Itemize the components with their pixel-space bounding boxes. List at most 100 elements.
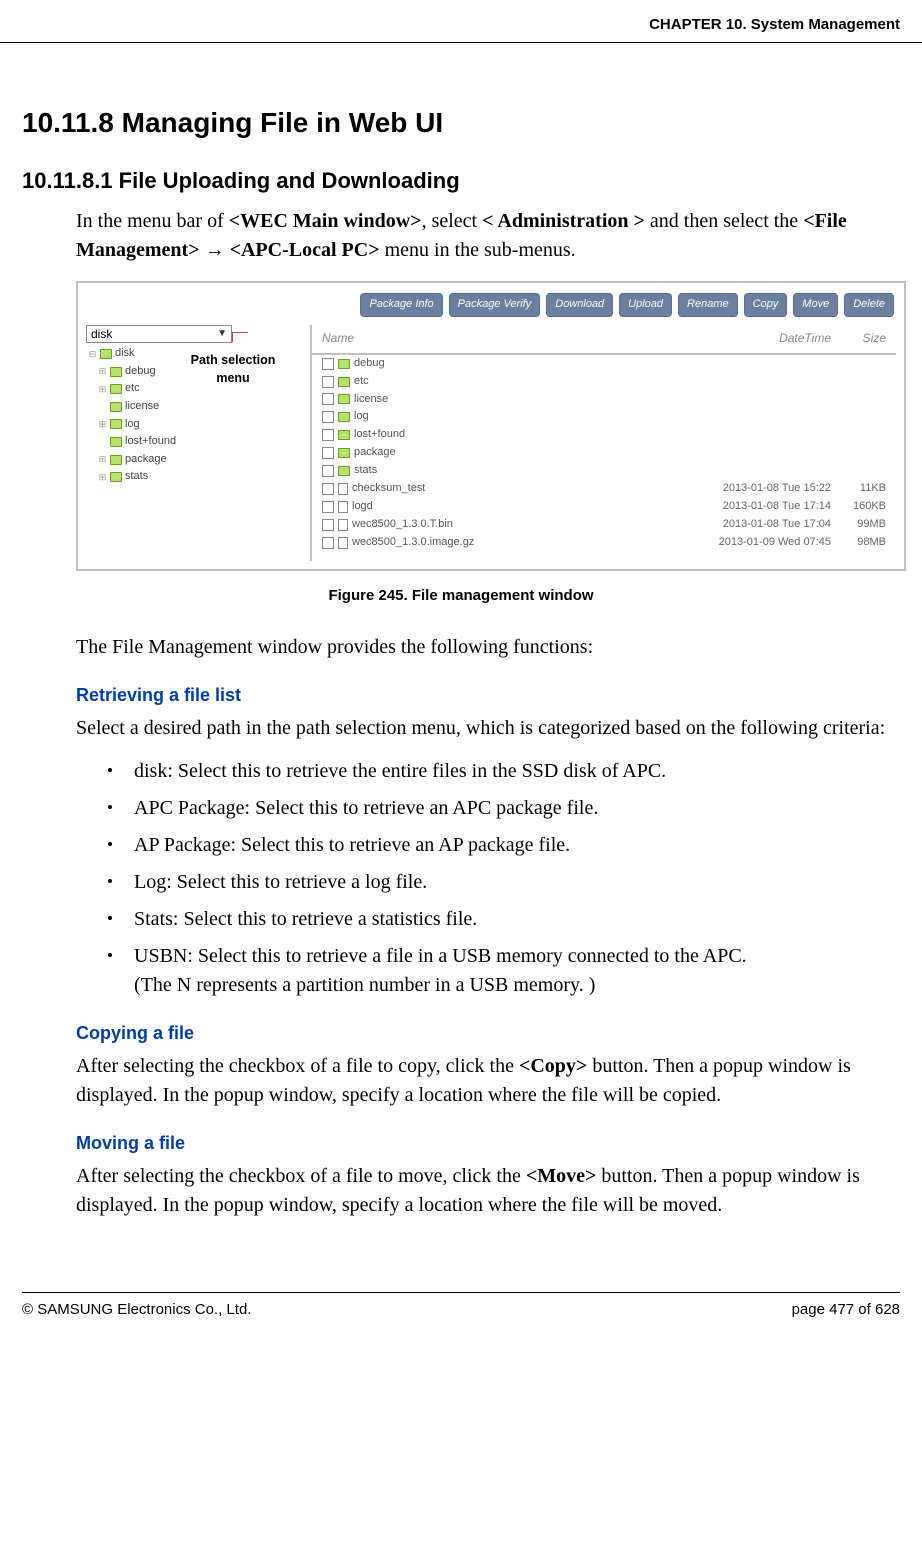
tree-item[interactable]: ⊟disk: [88, 345, 176, 363]
subhead-moving: Moving a file: [76, 1130, 900, 1156]
subhead-copying: Copying a file: [76, 1020, 900, 1046]
file-list-panel: Name DateTime Size debug etc license log…: [310, 325, 896, 561]
list-item[interactable]: wec8500_1.3.0.image.gz2013-01-09 Wed 07:…: [312, 534, 896, 552]
section-minor-title: File Uploading and Downloading: [119, 168, 460, 193]
list-text: disk: Select this to retrieve the entire…: [134, 760, 666, 782]
page-number: page 477 of 628: [792, 1299, 900, 1321]
list-text: Stats: Select this to retrieve a statist…: [134, 908, 477, 930]
checkbox[interactable]: [322, 465, 334, 477]
copyright-text: © SAMSUNG Electronics Co., Ltd.: [22, 1299, 251, 1321]
tree-item[interactable]: license: [88, 398, 176, 416]
folder-icon: [100, 349, 112, 359]
page-footer: © SAMSUNG Electronics Co., Ltd. page 477…: [22, 1292, 900, 1337]
checkbox[interactable]: [322, 393, 334, 405]
path-select-value: disk: [91, 326, 112, 343]
folder-icon: [338, 412, 350, 422]
upload-button[interactable]: Upload: [619, 293, 672, 317]
package-info-button[interactable]: Package Info: [360, 293, 442, 317]
checkbox[interactable]: [322, 376, 334, 388]
retrieve-intro: Select a desired path in the path select…: [76, 714, 900, 743]
tree-item[interactable]: ⊞stats: [88, 468, 176, 486]
section-minor-num: 10.11.8.1: [22, 168, 113, 193]
section-minor-heading: 10.11.8.1 File Uploading and Downloading: [22, 165, 900, 197]
file-name: etc: [354, 374, 886, 390]
folder-icon: [110, 437, 122, 447]
checkbox[interactable]: [322, 483, 334, 495]
col-name: Name: [322, 330, 681, 347]
file-name: checksum_test: [352, 481, 681, 497]
file-size: 160KB: [831, 499, 886, 515]
section-major-num: 10.11.8: [22, 107, 114, 138]
list-text: AP Package: Select this to retrieve an A…: [134, 834, 570, 856]
tree-item[interactable]: ⊞etc: [88, 380, 176, 398]
col-size: Size: [831, 330, 886, 347]
list-item[interactable]: wec8500_1.3.0.T.bin2013-01-08 Tue 17:049…: [312, 516, 896, 534]
figure-toolbar: Package Info Package Verify Download Upl…: [360, 293, 894, 317]
list-item[interactable]: stats: [312, 462, 896, 480]
checkbox[interactable]: [322, 537, 334, 549]
list-item: USBN: Select this to retrieve a file in …: [108, 942, 900, 1000]
text-frag: In the menu bar of: [76, 210, 229, 232]
file-datetime: 2013-01-08 Tue 17:04: [681, 517, 831, 533]
section-major-heading: 10.11.8 Managing File in Web UI: [22, 103, 900, 144]
checkbox[interactable]: [322, 519, 334, 531]
text-frag: , select: [422, 210, 483, 232]
copy-button[interactable]: Copy: [744, 293, 788, 317]
list-item: Log: Select this to retrieve a log file.: [108, 868, 900, 897]
delete-button[interactable]: Delete: [844, 293, 894, 317]
tree-label: lost+found: [125, 433, 176, 451]
file-icon: [338, 519, 348, 531]
file-name: logd: [352, 499, 681, 515]
text-frag: After selecting the checkbox of a file t…: [76, 1055, 519, 1077]
bold-frag: <WEC Main window>: [229, 210, 422, 232]
text-frag: menu in the sub-menus.: [380, 239, 576, 261]
tree-item[interactable]: ⊞log: [88, 416, 176, 434]
page-content: 10.11.8 Managing File in Web UI 10.11.8.…: [0, 43, 922, 1265]
text-frag: After selecting the checkbox of a file t…: [76, 1165, 526, 1187]
tree-item[interactable]: ⊞package: [88, 451, 176, 469]
file-datetime: 2013-01-08 Tue 15:22: [681, 481, 831, 497]
list-item: Stats: Select this to retrieve a statist…: [108, 905, 900, 934]
file-name: license: [354, 392, 886, 408]
list-item[interactable]: license: [312, 391, 896, 409]
file-list-header: Name DateTime Size: [312, 325, 896, 354]
list-item[interactable]: logd2013-01-08 Tue 17:14160KB: [312, 498, 896, 516]
folder-icon: [338, 377, 350, 387]
page-header: CHAPTER 10. System Management: [0, 0, 922, 43]
list-item[interactable]: package: [312, 444, 896, 462]
arrow-frag: →: [200, 239, 230, 261]
checkbox[interactable]: [322, 429, 334, 441]
tree-label: license: [125, 398, 159, 416]
file-name: package: [354, 445, 886, 461]
file-name: wec8500_1.3.0.T.bin: [352, 517, 681, 533]
figure-file-management: Package Info Package Verify Download Upl…: [76, 281, 906, 571]
move-button[interactable]: Move: [793, 293, 838, 317]
file-datetime: 2013-01-09 Wed 07:45: [681, 535, 831, 551]
checkbox[interactable]: [322, 411, 334, 423]
file-icon: [338, 483, 348, 495]
folder-tree: ⊟disk ⊞debug ⊞etc license ⊞log lost+foun…: [88, 345, 176, 486]
list-item[interactable]: etc: [312, 373, 896, 391]
list-subtext: (The N represents a partition number in …: [134, 971, 900, 1000]
intro-paragraph: In the menu bar of <WEC Main window>, se…: [76, 207, 900, 265]
file-datetime: 2013-01-08 Tue 17:14: [681, 499, 831, 515]
checkbox[interactable]: [322, 447, 334, 459]
list-item[interactable]: lost+found: [312, 426, 896, 444]
rename-button[interactable]: Rename: [678, 293, 738, 317]
list-item[interactable]: checksum_test2013-01-08 Tue 15:2211KB: [312, 480, 896, 498]
checkbox[interactable]: [322, 358, 334, 370]
folder-icon: [338, 394, 350, 404]
checkbox[interactable]: [322, 501, 334, 513]
folder-icon: [110, 402, 122, 412]
path-select-dropdown[interactable]: disk ▼: [86, 325, 232, 343]
tree-item[interactable]: ⊞debug: [88, 363, 176, 381]
chapter-label: CHAPTER 10. System Management: [649, 16, 900, 33]
download-button[interactable]: Download: [546, 293, 613, 317]
copying-paragraph: After selecting the checkbox of a file t…: [76, 1052, 900, 1110]
list-item[interactable]: log: [312, 408, 896, 426]
list-item[interactable]: debug: [312, 355, 896, 373]
tree-item[interactable]: lost+found: [88, 433, 176, 451]
file-size: 99MB: [831, 517, 886, 533]
file-icon: [338, 501, 348, 513]
package-verify-button[interactable]: Package Verify: [449, 293, 541, 317]
